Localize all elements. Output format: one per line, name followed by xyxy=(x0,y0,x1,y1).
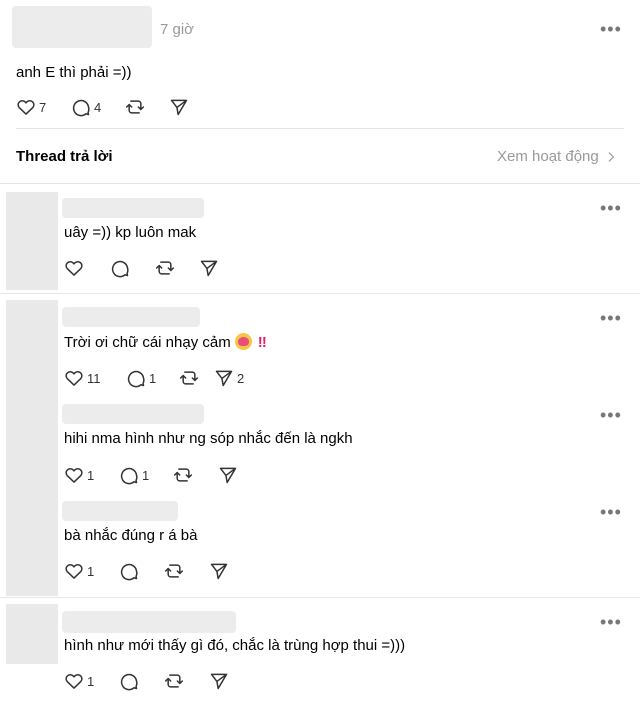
divider xyxy=(16,128,624,129)
username-blurred xyxy=(62,404,204,424)
comment-actions xyxy=(64,257,219,279)
chevron-right-icon xyxy=(608,151,614,162)
comment-text: bà nhắc đúng r á bà xyxy=(64,527,198,544)
repost-icon xyxy=(173,468,193,482)
send-icon xyxy=(170,99,188,116)
reply-count: 1 xyxy=(149,370,157,386)
username-blurred xyxy=(62,501,178,521)
double-exclamation-emoji: ‼ xyxy=(257,334,267,351)
more-icon[interactable]: ••• xyxy=(600,199,622,217)
section-title: Thread trả lời xyxy=(16,148,113,165)
like-button[interactable]: 1 xyxy=(64,671,119,691)
avatar[interactable] xyxy=(6,300,58,596)
like-button[interactable]: 7 xyxy=(16,97,71,117)
reply-button[interactable]: 1 xyxy=(126,368,179,388)
like-count: 11 xyxy=(87,370,101,386)
heart-icon xyxy=(65,260,83,276)
share-button[interactable] xyxy=(199,258,219,278)
comment-bubble-icon xyxy=(127,370,145,388)
heart-icon xyxy=(65,673,83,689)
comment-text-body: Trời ơi chữ cái nhạy cảm xyxy=(64,334,231,351)
repost-icon xyxy=(155,261,175,275)
username-blurred xyxy=(62,611,236,633)
reply-button[interactable]: 1 xyxy=(119,465,173,485)
more-icon[interactable]: ••• xyxy=(600,613,622,631)
repost-button[interactable] xyxy=(179,368,214,388)
comment-text: Trời ơi chữ cái nhạy cảm ‼ xyxy=(64,333,267,351)
repost-button[interactable] xyxy=(125,97,169,117)
see-activity-label: Xem hoạt động xyxy=(497,148,599,165)
share-button[interactable] xyxy=(209,561,229,581)
repost-button[interactable] xyxy=(164,561,209,581)
repost-button[interactable] xyxy=(164,671,209,691)
like-button[interactable] xyxy=(64,258,110,278)
heart-icon xyxy=(65,563,83,579)
comment-actions: 1 1 xyxy=(64,464,238,486)
comment-bubble-icon xyxy=(120,467,138,485)
repost-button[interactable] xyxy=(173,465,218,485)
share-button[interactable] xyxy=(209,671,229,691)
share-button[interactable] xyxy=(169,97,189,117)
more-icon[interactable]: ••• xyxy=(600,20,622,38)
reply-button[interactable] xyxy=(110,258,155,278)
send-icon xyxy=(200,260,218,277)
comment-text: uây =)) kp luôn mak xyxy=(64,224,197,241)
reply-count: 4 xyxy=(94,99,102,115)
post-text: anh E thì phải =)) xyxy=(16,64,132,81)
comment-text: hình như mới thấy gì đó, chắc là trùng h… xyxy=(64,637,406,654)
share-button[interactable] xyxy=(218,465,238,485)
repost-button[interactable] xyxy=(155,258,199,278)
reply-button[interactable] xyxy=(119,671,164,691)
divider xyxy=(0,597,640,598)
avatar[interactable] xyxy=(6,192,58,290)
like-button[interactable]: 1 xyxy=(64,465,119,485)
send-icon xyxy=(219,467,237,484)
more-icon[interactable]: ••• xyxy=(600,406,622,424)
post-time: 7 giờ xyxy=(160,21,195,38)
heart-icon xyxy=(17,99,35,115)
reply-button[interactable] xyxy=(119,561,164,581)
more-icon[interactable]: ••• xyxy=(600,503,622,521)
comment-bubble-icon xyxy=(111,260,129,278)
like-button[interactable]: 1 xyxy=(64,561,119,581)
comment-actions: 11 1 2 xyxy=(64,367,244,389)
comment-bubble-icon xyxy=(120,563,138,581)
repost-icon xyxy=(164,674,184,688)
heart-icon xyxy=(65,467,83,483)
heart-icon xyxy=(65,370,83,386)
comment-bubble-icon xyxy=(120,673,138,691)
send-icon xyxy=(210,673,228,690)
share-button[interactable]: 2 xyxy=(214,368,244,388)
repost-icon xyxy=(164,564,184,578)
reply-button[interactable]: 4 xyxy=(71,97,125,117)
divider xyxy=(0,293,640,294)
username-blurred xyxy=(62,198,204,218)
reply-count: 1 xyxy=(142,467,150,483)
username-blurred xyxy=(12,6,152,48)
share-count: 2 xyxy=(237,370,245,386)
repost-icon xyxy=(125,100,145,114)
send-icon xyxy=(210,563,228,580)
comment-bubble-icon xyxy=(72,99,90,117)
like-count: 1 xyxy=(87,673,95,689)
face-with-hearts-icon xyxy=(234,333,252,350)
comment-text: hihi nma hình như ng sóp nhắc đến là ngk… xyxy=(64,430,353,447)
post-actions: 7 4 xyxy=(16,96,189,118)
like-count: 1 xyxy=(87,467,95,483)
see-activity-link[interactable]: Xem hoạt động xyxy=(497,148,618,165)
like-count: 7 xyxy=(39,99,47,115)
like-button[interactable]: 11 xyxy=(64,368,126,388)
username-blurred xyxy=(62,307,200,327)
divider xyxy=(0,183,640,184)
send-icon xyxy=(215,370,233,387)
more-icon[interactable]: ••• xyxy=(600,309,622,327)
comment-actions: 1 xyxy=(64,560,229,582)
comment-actions: 1 xyxy=(64,670,229,692)
repost-icon xyxy=(179,371,199,385)
avatar[interactable] xyxy=(6,604,58,664)
like-count: 1 xyxy=(87,563,95,579)
